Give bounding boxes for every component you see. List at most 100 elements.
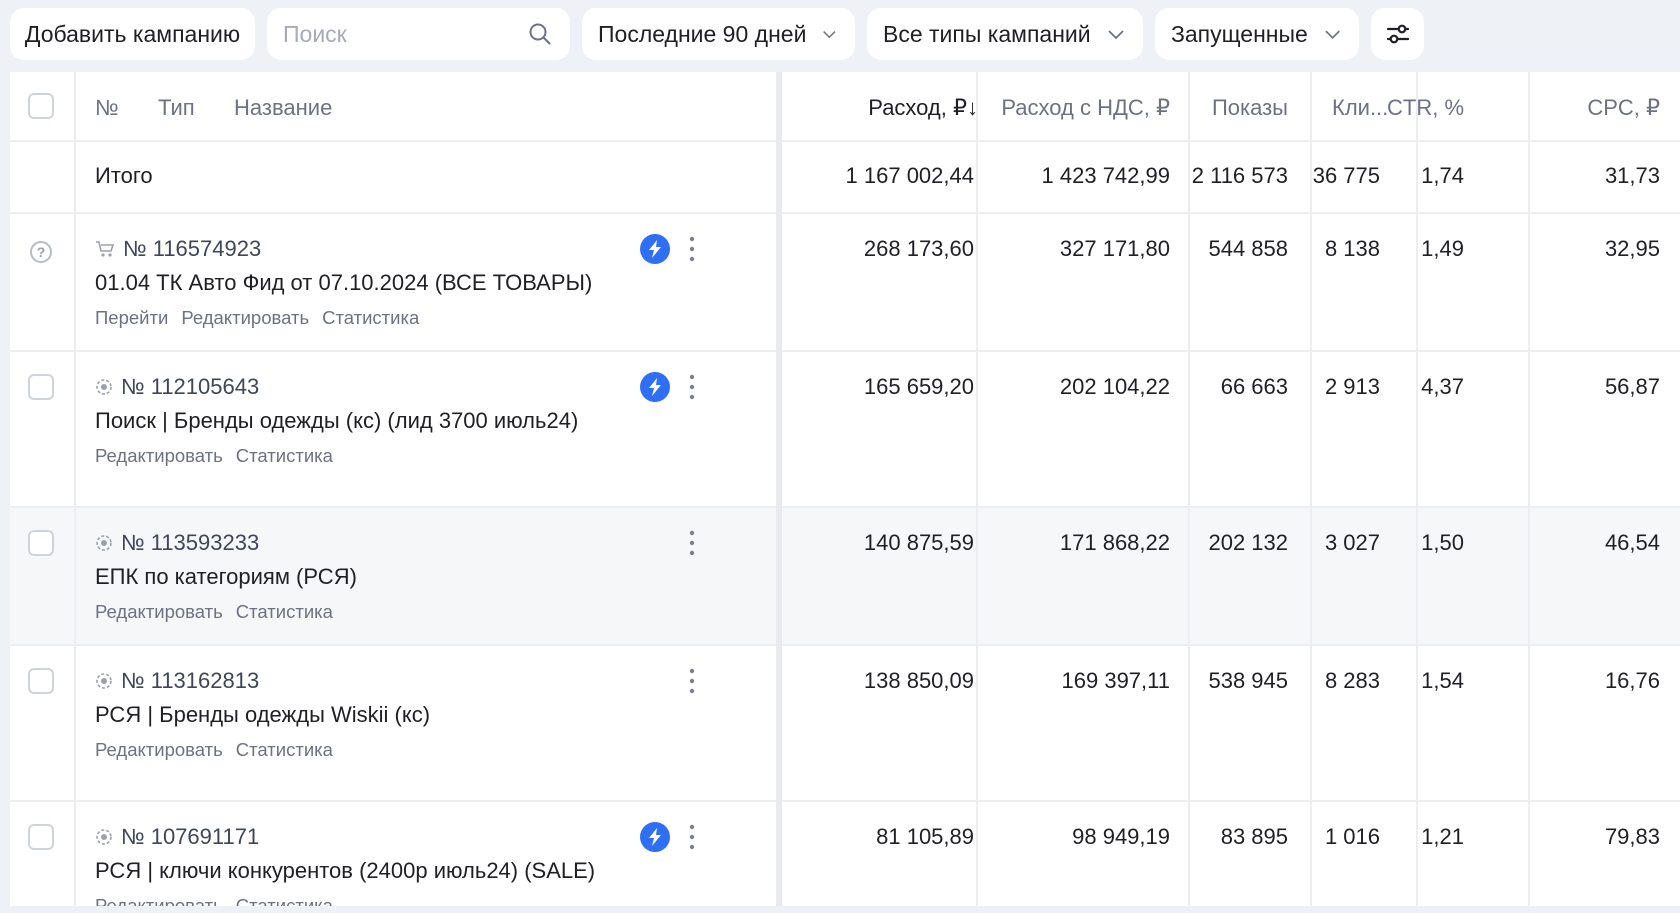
frozen-columns-divider[interactable] (776, 72, 782, 906)
bolt-icon[interactable] (640, 234, 670, 264)
ctr-value: 1,49 (1421, 236, 1464, 261)
more-vertical-icon[interactable] (685, 236, 699, 262)
row-checkbox[interactable] (28, 824, 54, 850)
search-icon[interactable] (528, 22, 552, 46)
spend-vat-value: 98 949,19 (1072, 824, 1170, 849)
bolt-icon[interactable] (640, 822, 670, 852)
row-checkbox[interactable] (28, 530, 54, 556)
cart-icon (96, 241, 115, 257)
edit-link[interactable]: Редактировать (95, 601, 223, 623)
spend-vat-value: 169 397,11 (1061, 668, 1170, 693)
more-vertical-icon[interactable] (685, 668, 699, 694)
edit-link[interactable]: Редактировать (95, 445, 223, 467)
campaign-type-select-label: Все типы кампаний (883, 20, 1091, 47)
select-all-checkbox[interactable] (28, 93, 54, 119)
status-select[interactable]: Запущенные (1155, 8, 1359, 60)
filter-settings-button[interactable] (1371, 8, 1424, 60)
total-impressions: 2 116 573 (1191, 163, 1288, 188)
column-header-spend-vat[interactable]: Расход с НДС, ₽ (1001, 95, 1170, 121)
campaign-actions: Редактировать Статистика (95, 601, 333, 623)
row-checkbox[interactable] (28, 668, 54, 694)
row-checkbox[interactable] (28, 374, 54, 400)
campaign-actions: Перейти Редактировать Статистика (95, 307, 419, 329)
chevron-down-icon (1108, 30, 1124, 40)
go-link[interactable]: Перейти (95, 307, 168, 329)
impressions-value: 202 132 (1208, 530, 1288, 555)
statistics-link[interactable]: Статистика (322, 307, 419, 329)
ctr-value: 1,50 (1421, 530, 1464, 555)
add-campaign-button[interactable]: Добавить кампанию (10, 8, 255, 60)
total-cpc: 31,73 (1604, 163, 1660, 188)
clicks-value: 1 016 (1324, 824, 1380, 849)
spend-value: 138 850,09 (863, 668, 974, 693)
campaign-id: № 112105643 (95, 374, 259, 400)
campaign-actions: Редактировать Статистика (95, 445, 333, 467)
total-label: Итого (95, 163, 153, 188)
edit-link[interactable]: Редактировать (181, 307, 309, 329)
column-divider (1528, 72, 1530, 906)
spend-value: 165 659,20 (863, 374, 974, 399)
target-icon (96, 535, 112, 551)
campaign-name[interactable]: РСЯ | Бренды одежды Wiskii (кс) (95, 702, 430, 728)
spend-value: 268 173,60 (863, 236, 974, 261)
column-header-number[interactable]: № (95, 95, 119, 121)
campaign-id: № 107691171 (95, 824, 259, 850)
total-row: Итого 1 167 002,44 1 423 742,99 2 116 57… (10, 142, 1680, 214)
table-row: ? № 116574923 01.04 ТК Авто Фид от 07.10… (10, 214, 1680, 352)
column-header-cpc[interactable]: CPC, ₽ (1587, 95, 1660, 121)
add-campaign-label: Добавить кампанию (24, 20, 241, 47)
campaigns-table: № Тип Название Расход, ₽↓ Расход с НДС, … (10, 72, 1680, 906)
column-divider (1416, 72, 1418, 906)
more-vertical-icon[interactable] (685, 530, 699, 556)
column-divider (74, 72, 76, 906)
campaign-id-text: № 113593233 (121, 530, 260, 555)
table-row: № 107691171 РСЯ | ключи конкурентов (240… (10, 802, 1680, 906)
column-header-impressions[interactable]: Показы (1212, 95, 1288, 121)
spend-vat-value: 327 171,80 (1059, 236, 1170, 261)
target-icon (96, 829, 112, 845)
edit-link[interactable]: Редактировать (95, 895, 223, 906)
table-header: № Тип Название Расход, ₽↓ Расход с НДС, … (10, 72, 1680, 142)
campaign-name[interactable]: 01.04 ТК Авто Фид от 07.10.2024 (ВСЕ ТОВ… (95, 270, 592, 296)
campaign-name[interactable]: РСЯ | ключи конкурентов (2400р июль24) (… (95, 858, 595, 884)
bolt-icon[interactable] (640, 372, 670, 402)
impressions-value: 66 663 (1220, 374, 1288, 399)
statistics-link[interactable]: Статистика (236, 739, 333, 761)
search-input[interactable] (283, 20, 523, 48)
column-header-ctr[interactable]: CTR, % (1387, 95, 1464, 121)
cpc-value: 79,83 (1604, 824, 1660, 849)
campaign-id: № 113162813 (95, 668, 259, 694)
filter-settings-icon (1386, 24, 1409, 44)
target-icon (96, 379, 112, 395)
table-row: № 113593233 ЕПК по категориям (РСЯ) Реда… (10, 508, 1680, 646)
search-box[interactable] (267, 8, 570, 60)
campaign-id: № 113593233 (95, 530, 259, 556)
column-divider (976, 72, 978, 906)
column-header-type[interactable]: Тип (158, 95, 195, 121)
campaign-name[interactable]: Поиск | Бренды одежды (кс) (лид 3700 июл… (95, 408, 578, 434)
toolbar: Добавить кампанию Последние 90 дней Все … (10, 8, 1424, 60)
campaign-name[interactable]: ЕПК по категориям (РСЯ) (95, 564, 357, 590)
campaign-id: № 116574923 (95, 236, 261, 262)
more-vertical-icon[interactable] (685, 374, 699, 400)
more-vertical-icon[interactable] (685, 824, 699, 850)
statistics-link[interactable]: Статистика (236, 445, 333, 467)
column-header-name[interactable]: Название (234, 95, 332, 121)
cpc-value: 56,87 (1604, 374, 1660, 399)
column-header-clicks[interactable]: Кли... (1332, 95, 1388, 121)
campaign-id-text: № 112105643 (121, 374, 260, 399)
column-divider (1188, 72, 1190, 906)
campaign-id-text: № 107691171 (121, 824, 260, 849)
campaign-type-select[interactable]: Все типы кампаний (867, 8, 1143, 60)
impressions-value: 544 858 (1208, 236, 1288, 261)
edit-link[interactable]: Редактировать (95, 739, 223, 761)
statistics-link[interactable]: Статистика (236, 895, 333, 906)
clicks-value: 8 283 (1324, 668, 1380, 693)
statistics-link[interactable]: Статистика (236, 601, 333, 623)
spend-value: 81 105,89 (876, 824, 974, 849)
chevron-down-icon (823, 31, 836, 39)
clicks-value: 8 138 (1324, 236, 1380, 261)
period-select[interactable]: Последние 90 дней (582, 8, 855, 60)
help-icon[interactable]: ? (30, 241, 52, 263)
column-header-spend[interactable]: Расход, ₽↓ (868, 95, 978, 121)
